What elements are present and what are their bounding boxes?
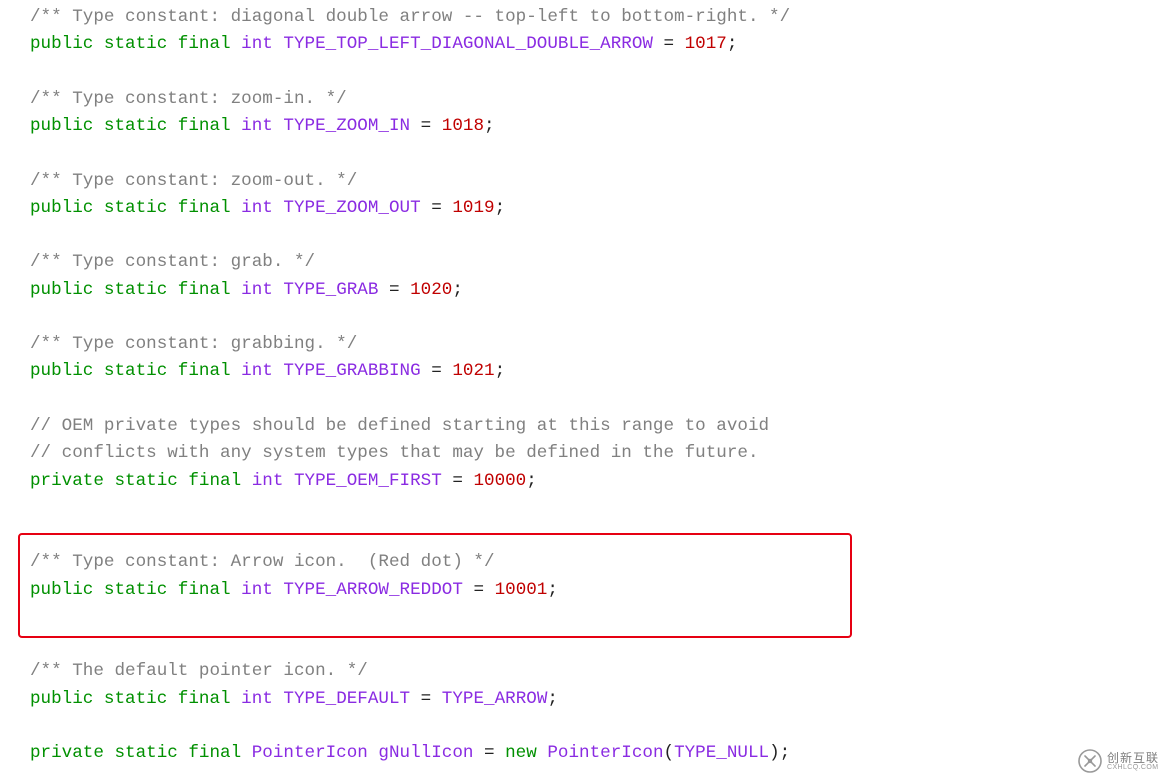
code-token: = [431, 198, 452, 218]
code-token: /** Type constant: zoom-out. */ [30, 171, 357, 191]
code-line: public static final int TYPE_ZOOM_OUT = … [30, 195, 1141, 222]
code-line [30, 140, 1141, 167]
watermark-text-zh: 创新互联 [1107, 752, 1159, 764]
code-token: 10000 [473, 471, 526, 491]
code-token: int TYPE_GRABBING [241, 361, 431, 381]
code-token: ; [526, 471, 537, 491]
code-token: ; [495, 361, 506, 381]
code-line: /** Type constant: zoom-out. */ [30, 168, 1141, 195]
code-line: private static final PointerIcon gNullIc… [30, 740, 1141, 767]
code-line: public static final int TYPE_GRABBING = … [30, 358, 1141, 385]
code-line [30, 222, 1141, 249]
code-line: /** The default pointer icon. */ [30, 658, 1141, 685]
code-token: 1017 [685, 34, 727, 54]
code-token: ; [727, 34, 738, 54]
code-token: /** Type constant: diagonal double arrow… [30, 7, 790, 27]
code-token: /** The default pointer icon. */ [30, 661, 368, 681]
code-token: int TYPE_TOP_LEFT_DIAGONAL_DOUBLE_ARROW [241, 34, 663, 54]
code-token: public static final [30, 361, 241, 381]
code-token: = [484, 743, 505, 763]
code-token: = [389, 280, 410, 300]
code-token: int TYPE_OEM_FIRST [252, 471, 453, 491]
code-line [30, 495, 1141, 522]
code-token: = [473, 580, 494, 600]
code-line: /** Type constant: zoom-in. */ [30, 86, 1141, 113]
code-block: /** Type constant: diagonal double arrow… [30, 4, 1141, 767]
code-line [30, 59, 1141, 86]
code-line: public static final int TYPE_DEFAULT = T… [30, 686, 1141, 713]
code-token: ; [547, 580, 558, 600]
code-token: = [664, 34, 685, 54]
code-token: ; [495, 198, 506, 218]
code-token: int TYPE_ZOOM_IN [241, 116, 421, 136]
code-token: public static final [30, 116, 241, 136]
code-line: public static final int TYPE_GRAB = 1020… [30, 277, 1141, 304]
watermark-text-en: CXHLCQ.COM [1107, 764, 1159, 771]
code-line [30, 304, 1141, 331]
code-token: = [421, 116, 442, 136]
code-token: = [421, 689, 442, 709]
code-token: 1020 [410, 280, 452, 300]
code-line: /** Type constant: Arrow icon. (Red dot)… [30, 549, 1141, 576]
code-token: ); [769, 743, 790, 763]
code-token: int TYPE_GRAB [241, 280, 389, 300]
code-line: // OEM private types should be defined s… [30, 413, 1141, 440]
code-token: public static final [30, 580, 241, 600]
code-line: /** Type constant: grabbing. */ [30, 331, 1141, 358]
code-line [30, 386, 1141, 413]
code-line: private static final int TYPE_OEM_FIRST … [30, 468, 1141, 495]
code-line [30, 522, 1141, 549]
code-token: /** Type constant: zoom-in. */ [30, 89, 347, 109]
code-token: = [452, 471, 473, 491]
code-token: /** Type constant: Arrow icon. (Red dot)… [30, 552, 495, 572]
code-token: 1021 [452, 361, 494, 381]
code-token: TYPE_ARROW [442, 689, 548, 709]
code-token: ( [664, 743, 675, 763]
code-token: 1019 [452, 198, 494, 218]
code-token: new [505, 743, 547, 763]
code-line: /** Type constant: grab. */ [30, 249, 1141, 276]
code-token: 10001 [495, 580, 548, 600]
watermark-icon [1078, 749, 1102, 773]
code-token: // OEM private types should be defined s… [30, 416, 769, 436]
code-line [30, 604, 1141, 631]
code-line: /** Type constant: diagonal double arrow… [30, 4, 1141, 31]
code-token: private static final [30, 743, 252, 763]
code-token: public static final [30, 280, 241, 300]
code-token: public static final [30, 198, 241, 218]
code-token: TYPE_NULL [674, 743, 769, 763]
code-token: int TYPE_ARROW_REDDOT [241, 580, 473, 600]
code-line: public static final int TYPE_ZOOM_IN = 1… [30, 113, 1141, 140]
code-line: public static final int TYPE_ARROW_REDDO… [30, 577, 1141, 604]
code-token: PointerIcon [547, 743, 663, 763]
code-token: int TYPE_ZOOM_OUT [241, 198, 431, 218]
code-token: int TYPE_DEFAULT [241, 689, 421, 709]
code-line: public static final int TYPE_TOP_LEFT_DI… [30, 31, 1141, 58]
code-line [30, 631, 1141, 658]
code-token: /** Type constant: grab. */ [30, 252, 315, 272]
code-token: ; [484, 116, 495, 136]
code-token: private static final [30, 471, 252, 491]
code-token: ; [547, 689, 558, 709]
code-token: public static final [30, 34, 241, 54]
code-line [30, 713, 1141, 740]
code-token: public static final [30, 689, 241, 709]
code-token: = [431, 361, 452, 381]
code-token: PointerIcon gNullIcon [252, 743, 484, 763]
code-token: 1018 [442, 116, 484, 136]
code-token: /** Type constant: grabbing. */ [30, 334, 357, 354]
code-token: ; [452, 280, 463, 300]
code-line: // conflicts with any system types that … [30, 440, 1141, 467]
code-token: // conflicts with any system types that … [30, 443, 759, 463]
watermark-logo: 创新互联 CXHLCQ.COM [1078, 749, 1159, 773]
